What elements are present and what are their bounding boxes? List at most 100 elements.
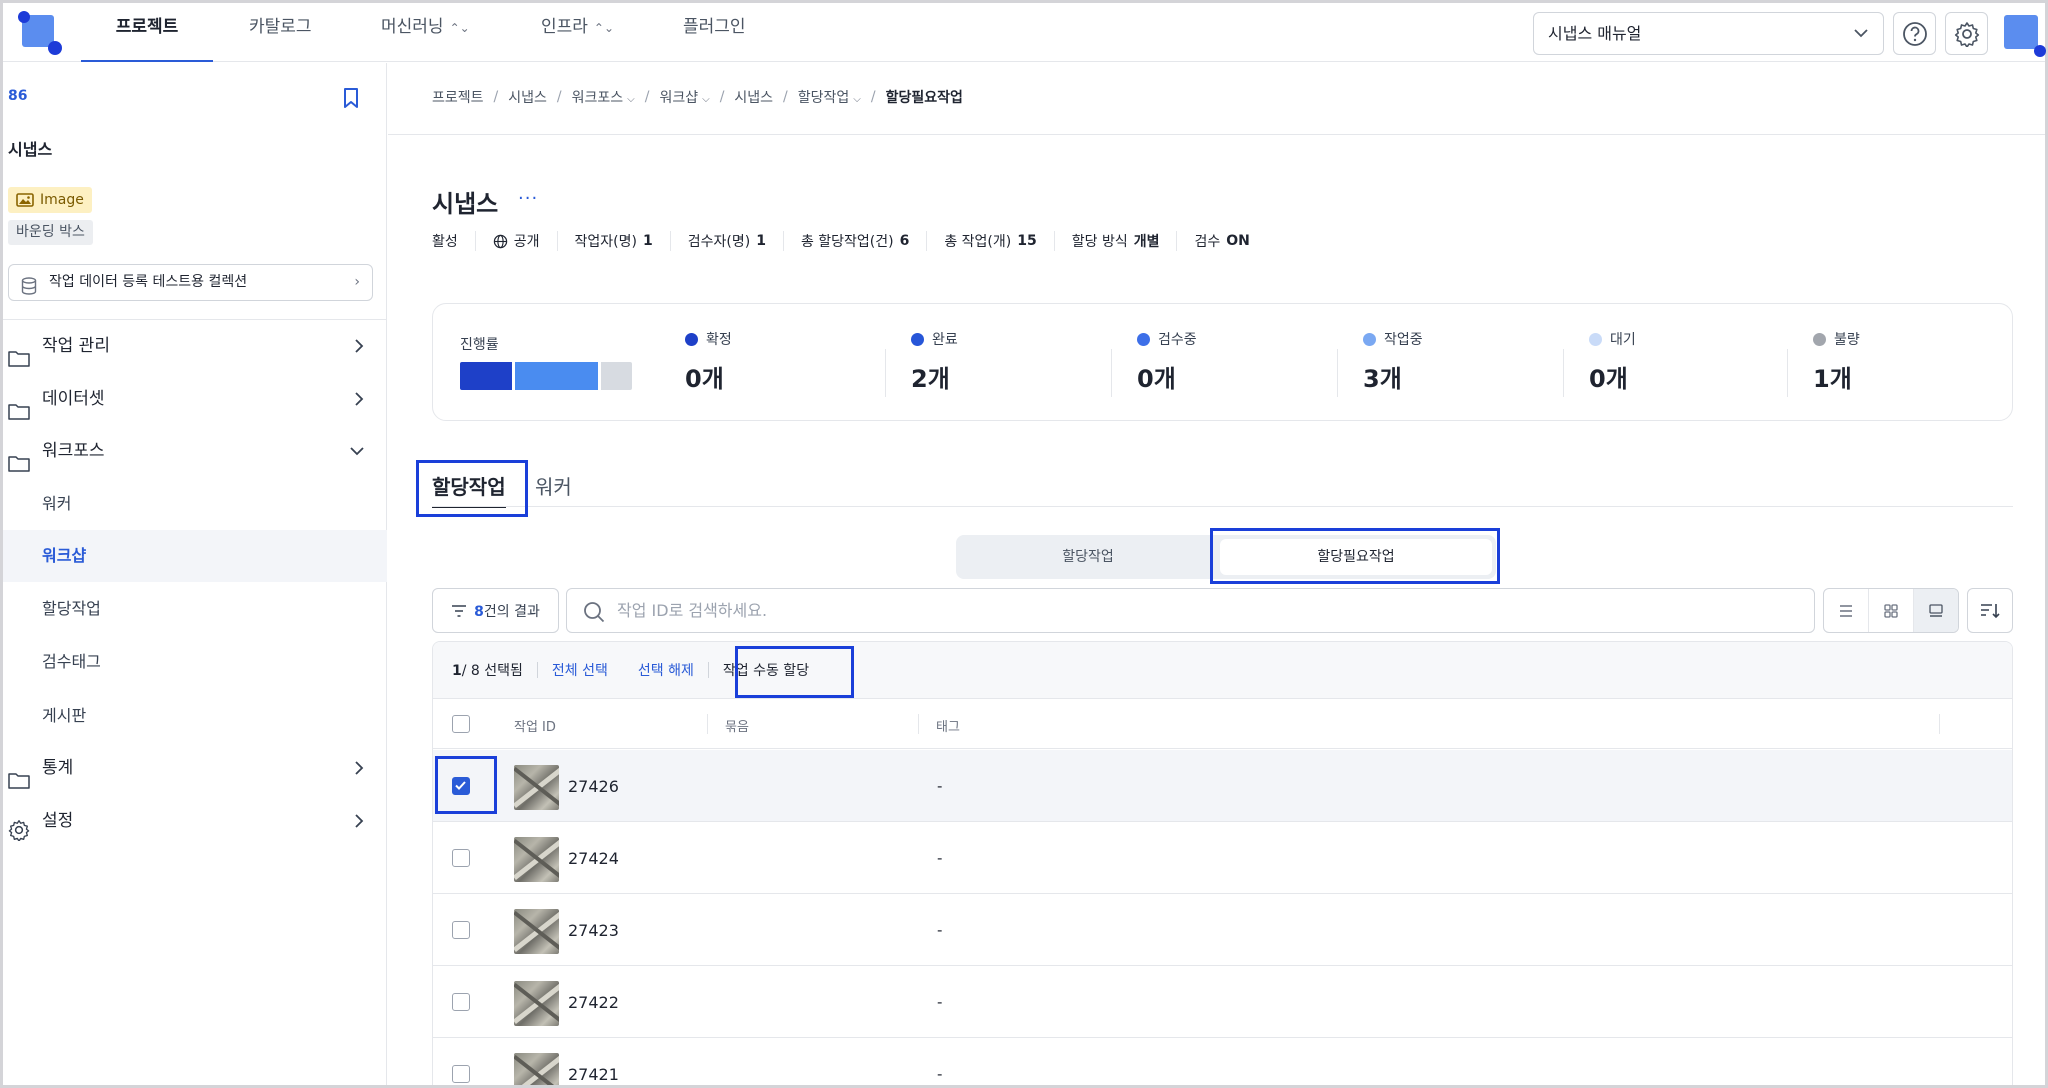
stat-label: 완료 <box>932 332 958 348</box>
manual-select[interactable]: 시냅스 매뉴얼 <box>1533 12 1884 55</box>
progress-segment-in-progress <box>515 362 598 390</box>
breadcrumb-item-dropdown[interactable]: 워크샵 ⌵ <box>659 87 709 107</box>
sidebar-sub-board[interactable]: 게시판 <box>3 690 387 742</box>
meta-label: 검수자(명) <box>687 234 751 250</box>
settings-button[interactable] <box>1945 12 1988 55</box>
breadcrumb-label: 워크포스 <box>571 90 624 106</box>
sidebar-item-dataset[interactable]: 데이터셋 <box>3 373 387 425</box>
stat-value: 2개 <box>911 365 950 393</box>
result-count: 8 <box>474 603 484 620</box>
task-thumbnail[interactable] <box>514 1053 559 1085</box>
project-name: 시냅스 <box>8 140 53 159</box>
stat-divider <box>1337 349 1338 397</box>
column-resizer[interactable] <box>1939 714 1940 734</box>
selection-suffix: 선택됨 <box>484 663 523 679</box>
progress-stat: 대기 0개 <box>1589 329 1636 403</box>
table-row[interactable]: 27426 - <box>433 750 2012 822</box>
task-thumbnail[interactable] <box>514 909 559 954</box>
stat-label: 작업중 <box>1384 332 1423 348</box>
nav-tab-infra[interactable]: 인프라 ⌃⌄ <box>541 3 614 62</box>
nav-tab-ml-label: 머신러닝 <box>381 17 444 37</box>
task-thumbnail[interactable] <box>514 981 559 1026</box>
separator <box>707 662 709 678</box>
stat-label: 불량 <box>1834 332 1860 348</box>
breadcrumb-label: 할당작업 <box>797 90 850 106</box>
grid-view-button[interactable] <box>1868 589 1913 632</box>
sidebar-item-statistics[interactable]: 통계 <box>3 742 387 794</box>
segment-assigned[interactable]: 할당작업 <box>960 539 1216 575</box>
sort-button[interactable] <box>1967 588 2013 633</box>
row-checkbox[interactable] <box>452 849 470 867</box>
sidebar-sub-worker[interactable]: 워커 <box>3 478 387 530</box>
list-view-button[interactable] <box>1824 589 1868 632</box>
column-header-id: 작업 ID <box>514 720 556 735</box>
help-button[interactable] <box>1893 12 1936 55</box>
progress-card: 진행률 확정 0개 완료 2개 검수중 0개 작업중 3개 대기 0개 불량 1개 <box>432 303 2013 421</box>
meta-label: 총 작업(개) <box>944 234 1012 250</box>
status-dot <box>1589 332 1602 346</box>
chevron-right-icon: › <box>354 274 360 290</box>
table-row[interactable]: 27421 - <box>433 1038 2012 1085</box>
row-checkbox[interactable] <box>452 1065 470 1083</box>
breadcrumb-item[interactable]: 시냅스 <box>508 87 547 107</box>
header-divider <box>388 134 2045 135</box>
select-all-checkbox[interactable] <box>452 715 470 733</box>
breadcrumb-separator: / <box>719 89 725 105</box>
meta-value: 15 <box>1017 233 1037 249</box>
image-list-icon <box>1929 603 1943 617</box>
breadcrumb-item[interactable]: 프로젝트 <box>432 87 484 107</box>
stat-divider <box>1111 349 1112 397</box>
breadcrumb-item-dropdown[interactable]: 워크포스 ⌵ <box>572 87 635 107</box>
nav-tab-plugins[interactable]: 플러그인 <box>683 3 746 62</box>
meta-method: 할당 방식 개별 <box>1053 231 1177 251</box>
sidebar-sub-assignments[interactable]: 할당작업 <box>3 583 387 635</box>
table-row[interactable]: 27423 - <box>433 894 2012 966</box>
thumbnail-view-button[interactable] <box>1913 589 1958 632</box>
sidebar-sub-workshop[interactable]: 워크샵 <box>3 530 387 582</box>
highlight-box <box>1210 528 1500 584</box>
nav-tab-catalog[interactable]: 카탈로그 <box>249 3 312 62</box>
user-avatar[interactable] <box>2001 12 2046 57</box>
result-suffix: 건의 결과 <box>483 603 540 620</box>
progress-stat: 확정 0개 <box>685 329 732 403</box>
search-input[interactable] <box>617 589 1797 632</box>
filter-button[interactable]: 8건의 결과 <box>432 588 559 633</box>
nav-tab-projects[interactable]: 프로젝트 <box>81 3 213 62</box>
breadcrumb-item-dropdown[interactable]: 할당작업 ⌵ <box>798 87 861 107</box>
app-logo[interactable] <box>18 11 62 55</box>
deselect-button[interactable]: 선택 해제 <box>638 660 694 680</box>
top-navigation: 프로젝트 카탈로그 머신러닝 ⌃⌄ 인프라 ⌃⌄ 플러그인 시냅스 매뉴얼 <box>3 3 2046 62</box>
sidebar-item-label: 통계 <box>42 758 74 778</box>
chevron-down-icon: ⌵ <box>627 94 635 105</box>
collection-label: 작업 데이터 등록 테스트용 컬렉션 <box>49 274 248 290</box>
more-options-button[interactable]: ··· <box>518 188 538 209</box>
sidebar-item-label: 설정 <box>42 811 74 831</box>
column-resizer[interactable] <box>707 714 708 734</box>
row-checkbox[interactable] <box>452 921 470 939</box>
updown-icon: ⌃⌄ <box>593 21 615 35</box>
task-thumbnail[interactable] <box>514 837 559 882</box>
stat-divider <box>1563 349 1564 397</box>
meta-status: 활성 <box>432 234 458 250</box>
stat-header: 확정 <box>685 329 732 349</box>
breadcrumb: 프로젝트 / 시냅스 / 워크포스 ⌵ / 워크샵 ⌵ / 시냅스 / 할당작업 ⌵ / 할당필요… <box>432 87 963 107</box>
sidebar-item-task-management[interactable]: 작업 관리 <box>3 320 387 372</box>
breadcrumb-item[interactable]: 시냅스 <box>734 87 773 107</box>
tab-worker[interactable]: 워커 <box>535 471 572 500</box>
sidebar-item-settings[interactable]: 설정 <box>3 795 387 847</box>
task-thumbnail[interactable] <box>514 765 559 810</box>
bookmark-icon[interactable] <box>342 87 360 113</box>
nav-tab-ml[interactable]: 머신러닝 ⌃⌄ <box>381 3 470 62</box>
highlight-box <box>435 756 497 814</box>
total-count: / 8 <box>461 663 480 679</box>
meta-visibility: 공개 <box>474 231 557 251</box>
stat-label: 대기 <box>1610 332 1636 348</box>
collection-link[interactable]: 작업 데이터 등록 테스트용 컬렉션 › <box>8 264 373 301</box>
table-row[interactable]: 27422 - <box>433 966 2012 1038</box>
column-resizer[interactable] <box>918 714 919 734</box>
row-checkbox[interactable] <box>452 993 470 1011</box>
select-all-button[interactable]: 전체 선택 <box>552 660 608 680</box>
table-row[interactable]: 27424 - <box>433 822 2012 894</box>
sidebar-item-workforce[interactable]: 워크포스 <box>3 425 387 477</box>
sidebar-sub-review-tags[interactable]: 검수태그 <box>3 636 387 688</box>
